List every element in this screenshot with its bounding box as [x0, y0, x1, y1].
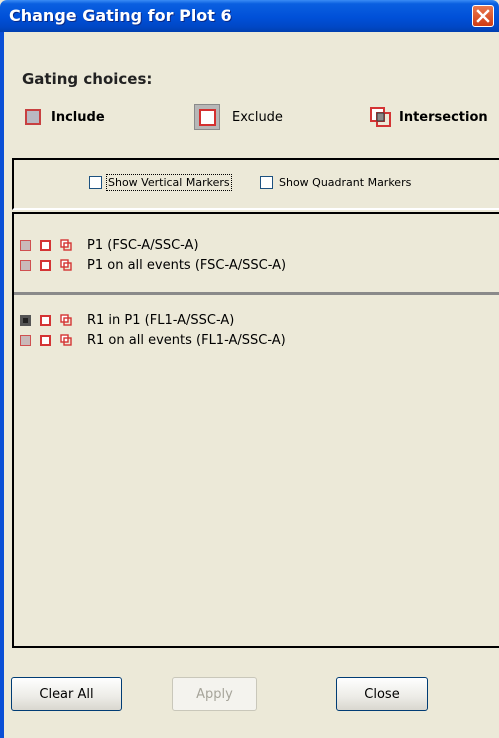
exclude-toggle-icon[interactable] — [40, 314, 51, 326]
gate-list-panel — [12, 212, 499, 648]
gate-row: R1 in P1 (FL1-A/SSC-A) — [20, 311, 234, 329]
gate-label: P1 on all events (FSC-A/SSC-A) — [87, 257, 287, 273]
gating-choice-exclude-label: Exclude — [232, 109, 283, 125]
exclude-icon — [194, 104, 220, 130]
gate-row: P1 (FSC-A/SSC-A) — [20, 236, 199, 254]
gating-choice-intersection-label: Intersection — [399, 109, 488, 125]
markers-panel — [12, 158, 499, 210]
group-divider — [14, 292, 499, 295]
gating-choice-include-label: Include — [51, 109, 105, 125]
exclude-toggle-icon[interactable] — [40, 239, 51, 251]
show-quadrant-markers-label: Show Quadrant Markers — [279, 176, 412, 189]
gating-choices-heading: Gating choices: — [22, 70, 153, 88]
close-button[interactable]: Close — [336, 677, 428, 711]
intersection-icon — [370, 107, 391, 127]
apply-button[interactable]: Apply — [172, 677, 257, 711]
gate-label: R1 on all events (FL1-A/SSC-A) — [87, 332, 286, 348]
gate-label: R1 in P1 (FL1-A/SSC-A) — [87, 312, 235, 328]
gate-label: P1 (FSC-A/SSC-A) — [87, 237, 199, 253]
show-vertical-markers-label: Show Vertical Markers — [106, 174, 232, 191]
include-toggle-icon[interactable] — [20, 239, 31, 251]
intersection-toggle-icon[interactable] — [60, 334, 72, 346]
intersection-toggle-icon[interactable] — [60, 259, 72, 271]
intersection-toggle-icon[interactable] — [60, 314, 72, 326]
checkbox-box[interactable] — [89, 176, 102, 189]
show-vertical-markers-checkbox[interactable]: Show Vertical Markers — [89, 174, 232, 191]
exclude-toggle-icon[interactable] — [40, 259, 51, 271]
gating-choice-include[interactable]: Include — [25, 104, 105, 130]
exclude-toggle-icon[interactable] — [40, 334, 51, 346]
include-icon — [25, 109, 41, 125]
include-toggle-icon[interactable] — [20, 334, 31, 346]
gate-row: R1 on all events (FL1-A/SSC-A) — [20, 331, 286, 349]
intersection-toggle-icon[interactable] — [60, 239, 72, 251]
include-toggle-icon[interactable] — [20, 259, 31, 271]
close-icon — [476, 9, 490, 23]
gate-row: P1 on all events (FSC-A/SSC-A) — [20, 256, 286, 274]
gating-choice-exclude[interactable]: Exclude — [194, 104, 283, 130]
title-bar: Change Gating for Plot 6 — [0, 0, 499, 32]
close-window-button[interactable] — [472, 5, 494, 27]
window-title: Change Gating for Plot 6 — [9, 6, 232, 25]
include-toggle-icon-selected[interactable] — [20, 314, 31, 326]
show-quadrant-markers-checkbox[interactable]: Show Quadrant Markers — [260, 176, 411, 189]
gating-choice-intersection[interactable]: Intersection — [369, 104, 488, 130]
window-left-border — [0, 32, 4, 738]
clear-all-button[interactable]: Clear All — [11, 677, 122, 711]
checkbox-box[interactable] — [260, 176, 273, 189]
